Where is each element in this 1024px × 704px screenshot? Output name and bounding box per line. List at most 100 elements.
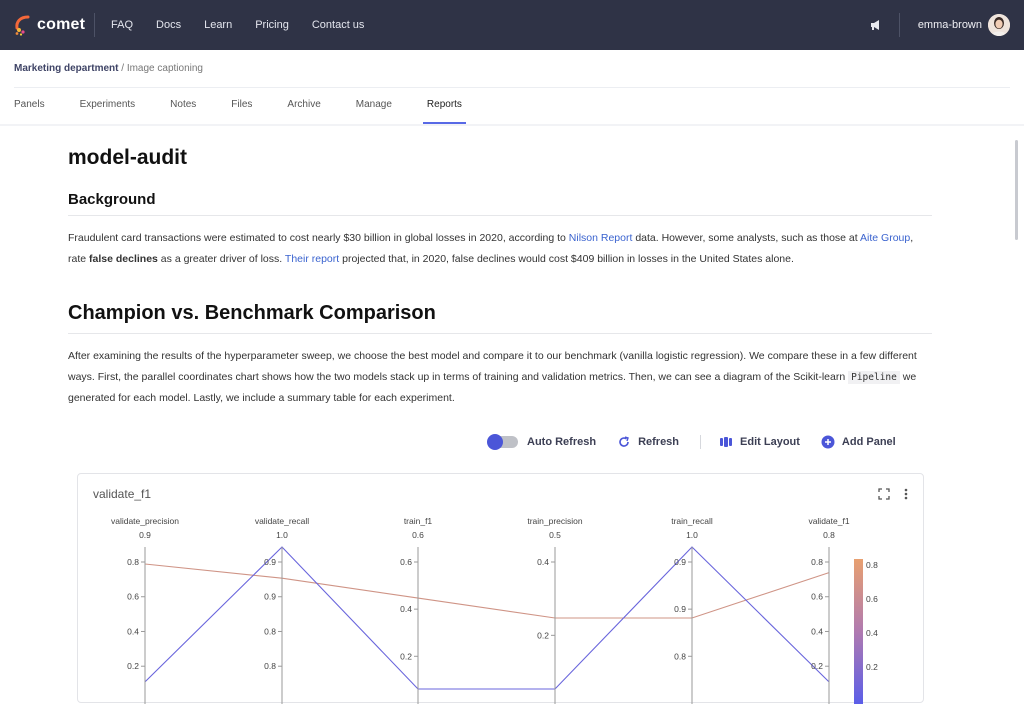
edit-layout-label: Edit Layout	[740, 436, 800, 448]
comparison-paragraph: After examining the results of the hyper…	[68, 346, 932, 409]
tick-label: 0.8	[811, 557, 823, 567]
tab-archive[interactable]: Archive	[287, 88, 320, 124]
auto-refresh-label: Auto Refresh	[527, 436, 597, 448]
nav-pricing[interactable]: Pricing	[255, 19, 289, 31]
tick-label: 0.6	[400, 557, 412, 567]
axis-max-label: 0.9	[139, 530, 151, 540]
tab-files[interactable]: Files	[231, 88, 252, 124]
add-panel-button[interactable]: Add Panel	[821, 435, 896, 449]
axis-title: train_precision	[527, 516, 583, 526]
tick-label: 0.4	[811, 626, 823, 636]
comet-logo[interactable]: comet	[14, 14, 94, 36]
axis-title: validate_recall	[255, 516, 309, 526]
axis-max-label: 0.6	[412, 530, 424, 540]
text-run: as a greater driver of loss.	[157, 253, 285, 265]
tick-label: 0.8	[264, 661, 276, 671]
brand-name: comet	[37, 16, 86, 33]
text-run: After examining the results of the hyper…	[68, 350, 917, 383]
tick-label: 0.8	[127, 557, 139, 567]
colorbar	[854, 559, 863, 704]
bold-text: false declines	[89, 253, 158, 265]
report-title: model-audit	[68, 146, 187, 169]
colorbar-tick: 0.4	[866, 628, 878, 638]
nav-contact[interactable]: Contact us	[312, 19, 365, 31]
tick-label: 0.4	[400, 604, 412, 614]
tick-label: 0.9	[674, 604, 686, 614]
text-run: Fraudulent card transactions were estima…	[68, 232, 569, 244]
project-tabs: Panels Experiments Notes Files Archive M…	[14, 88, 497, 124]
tab-reports[interactable]: Reports	[422, 88, 466, 124]
page-scrollbar[interactable]	[1015, 140, 1018, 240]
tab-notes[interactable]: Notes	[170, 88, 196, 124]
tick-label: 0.9	[264, 592, 276, 602]
breadcrumb-workspace[interactable]: Marketing department	[14, 63, 118, 74]
username[interactable]: emma-brown	[918, 19, 982, 31]
tick-label: 0.8	[264, 626, 276, 636]
report-toolbar: Auto Refresh Refresh Edit Layout Add Pan…	[487, 434, 917, 450]
nav-docs[interactable]: Docs	[156, 19, 181, 31]
axis-title: validate_precision	[111, 516, 179, 526]
refresh-label: Refresh	[638, 436, 680, 448]
background-heading: Background	[68, 191, 932, 216]
tick-label: 0.2	[400, 651, 412, 661]
axis-max-label: 1.0	[686, 530, 698, 540]
tick-label: 0.6	[811, 592, 823, 602]
nav-faq[interactable]: FAQ	[111, 19, 133, 31]
axis-title: validate_f1	[808, 516, 849, 526]
colorbar-tick: 0.2	[866, 662, 878, 672]
tick-label: 0.4	[537, 557, 549, 567]
toggle-switch[interactable]	[487, 434, 518, 450]
axis-title: train_f1	[404, 516, 433, 526]
edit-layout-button[interactable]: Edit Layout	[719, 435, 800, 449]
refresh-icon	[619, 436, 629, 447]
layout-icon	[720, 437, 733, 447]
toolbar-separator	[700, 435, 702, 449]
tick-label: 0.8	[674, 651, 686, 661]
tabs-divider	[0, 124, 1024, 126]
axis-title: train_recall	[671, 516, 713, 526]
series-line-0	[144, 563, 830, 619]
parallel-coordinates-chart[interactable]: validate_precision0.90.80.60.40.2validat…	[78, 474, 925, 704]
nav-divider	[94, 13, 95, 37]
tab-manage[interactable]: Manage	[356, 88, 392, 124]
tab-experiments[interactable]: Experiments	[80, 88, 136, 124]
tick-label: 0.4	[127, 626, 139, 636]
tab-panels[interactable]: Panels	[14, 88, 45, 124]
colorbar-tick: 0.6	[866, 594, 878, 604]
user-divider	[898, 13, 900, 37]
comparison-heading: Champion vs. Benchmark Comparison	[68, 302, 932, 334]
pipeline-code: Pipeline	[848, 371, 900, 384]
refresh-button[interactable]: Refresh	[617, 435, 679, 449]
avatar[interactable]	[988, 14, 1010, 36]
add-panel-label: Add Panel	[841, 436, 896, 448]
nav-learn[interactable]: Learn	[204, 19, 232, 31]
tick-label: 0.9	[264, 557, 276, 567]
axis-max-label: 0.5	[549, 530, 561, 540]
top-navbar: comet FAQ Docs Learn Pricing Contact us …	[0, 0, 1024, 50]
aite-group-link[interactable]: Aite Group	[860, 232, 910, 244]
toggle-knob	[487, 434, 503, 450]
text-run: data. However, some analysts, such as th…	[632, 232, 861, 244]
avatar-portrait-icon	[988, 14, 1010, 36]
nilson-report-link[interactable]: Nilson Report	[569, 232, 633, 244]
megaphone-icon[interactable]	[869, 18, 883, 32]
breadcrumb-project[interactable]: Image captioning	[127, 63, 203, 74]
breadcrumb: Marketing department / Image captioning	[14, 63, 203, 74]
plus-circle-icon	[821, 435, 835, 449]
tick-label: 0.9	[674, 557, 686, 567]
tick-label: 0.2	[811, 661, 823, 671]
background-paragraph: Fraudulent card transactions were estima…	[68, 228, 932, 270]
report-body: model-audit Background Fraudulent card t…	[68, 140, 932, 409]
axis-max-label: 1.0	[276, 530, 288, 540]
their-report-link[interactable]: Their report	[285, 253, 339, 265]
chart-panel: validate_f1 validate_precision 0.9 0.8 0.6 0…	[77, 473, 925, 704]
breadcrumb-separator: /	[118, 63, 127, 74]
auto-refresh-toggle[interactable]: Auto Refresh	[487, 434, 597, 450]
tick-label: 0.6	[127, 592, 139, 602]
axis-max-label: 0.8	[823, 530, 835, 540]
user-area: emma-brown	[869, 0, 1010, 50]
tick-label: 0.2	[537, 630, 549, 640]
series-line-1	[144, 546, 830, 690]
tick-label: 0.2	[127, 661, 139, 671]
text-run: projected that, in 2020, false declines …	[339, 253, 794, 265]
